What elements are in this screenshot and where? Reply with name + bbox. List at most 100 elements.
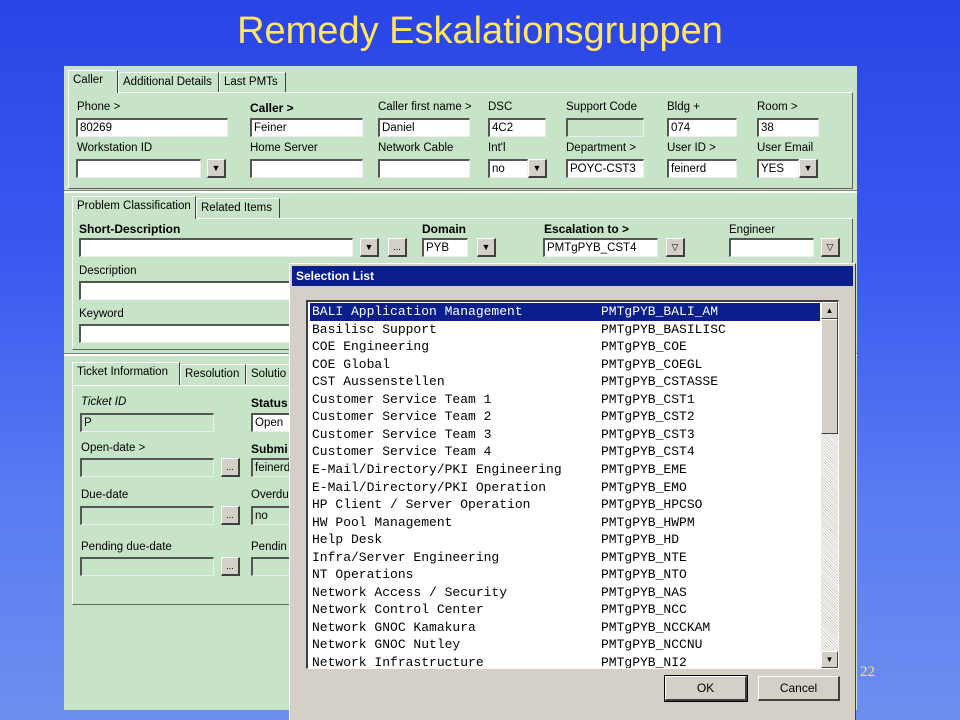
list-item[interactable]: Customer Service Team 3 PMTgPYB_CST3 xyxy=(310,426,820,444)
tab-resolution[interactable]: Resolution xyxy=(180,364,246,384)
department-label: Department > xyxy=(566,142,636,154)
list-item-group: PMTgPYB_CST1 xyxy=(601,391,695,407)
list-item-name: Network Access / Security xyxy=(312,584,508,600)
chevron-down-icon: ▼ xyxy=(532,163,542,173)
engineer-select-button[interactable]: ▽ xyxy=(821,238,840,257)
list-item-group: PMTgPYB_NI2 xyxy=(601,655,687,669)
support-code-label: Support Code xyxy=(566,101,637,113)
escalation-select-button[interactable]: ▽ xyxy=(666,238,685,257)
domain-field[interactable]: PYB xyxy=(422,238,468,257)
list-item[interactable]: Network Infrastructure PMTgPYB_NI2 xyxy=(310,654,820,669)
list-item[interactable]: Network GNOC Nutley PMTgPYB_NCCNU xyxy=(310,636,820,654)
open-date-picker-button[interactable]: ... xyxy=(221,458,240,477)
list-item-name: Network GNOC Nutley xyxy=(312,637,461,653)
pending-due-date-picker-button[interactable]: ... xyxy=(221,557,240,576)
short-description-more-button[interactable]: ... xyxy=(388,238,407,257)
due-date-field[interactable] xyxy=(80,506,214,525)
workstation-dropdown-button[interactable]: ▼ xyxy=(207,159,226,178)
chevron-down-icon: ▼ xyxy=(211,163,221,173)
list-item[interactable]: Customer Service Team 4 PMTgPYB_CST4 xyxy=(310,443,820,461)
list-item[interactable]: HP Client / Server Operation PMTgPYB_HPCS… xyxy=(310,496,820,514)
tab-problem-classification[interactable]: Problem Classification xyxy=(72,196,196,219)
ok-button[interactable]: OK xyxy=(664,675,748,702)
list-item[interactable]: Network Control Center PMTgPYB_NCC xyxy=(310,601,820,619)
ticket-id-field[interactable]: P xyxy=(80,413,214,432)
scroll-up-button[interactable]: ▲ xyxy=(821,302,838,319)
list-item[interactable]: Infra/Server Engineering PMTgPYB_NTE xyxy=(310,549,820,567)
tab-related-items[interactable]: Related Items xyxy=(196,198,280,218)
intl-field[interactable]: no xyxy=(488,159,528,178)
home-server-field[interactable] xyxy=(250,159,363,178)
tab-ticket-information[interactable]: Ticket Information xyxy=(72,362,180,385)
list-item[interactable]: Basilisc Support PMTgPYB_BASILISC xyxy=(310,321,820,339)
due-date-picker-button[interactable]: ... xyxy=(221,506,240,525)
dsc-field[interactable]: 4C2 xyxy=(488,118,546,137)
pending-due-date-field[interactable] xyxy=(80,557,214,576)
scroll-down-button[interactable]: ▼ xyxy=(821,651,838,668)
keyword-field[interactable] xyxy=(79,324,294,343)
list-item[interactable]: COE Engineering PMTgPYB_COE xyxy=(310,338,820,356)
user-email-field[interactable]: YES xyxy=(757,159,799,178)
due-date-label: Due-date xyxy=(81,489,129,501)
submitter-field[interactable]: feinerd xyxy=(251,458,291,477)
dialog-title-bar: Selection List xyxy=(292,266,853,286)
pending-field[interactable] xyxy=(251,557,291,576)
escalation-field[interactable]: PMTgPYB_CST4 xyxy=(543,238,658,257)
open-date-label: Open-date > xyxy=(81,442,146,454)
description-field[interactable] xyxy=(79,281,294,300)
caller-field[interactable]: Feiner xyxy=(250,118,363,137)
list-item[interactable]: BALI Application Management PMTgPYB_BALI_… xyxy=(310,303,820,321)
engineer-field[interactable] xyxy=(729,238,814,257)
list-item[interactable]: E-Mail/Directory/PKI Engineering PMTgPYB_… xyxy=(310,461,820,479)
list-item[interactable]: Help Desk PMTgPYB_HD xyxy=(310,531,820,549)
tab-caller[interactable]: Caller xyxy=(68,70,118,93)
list-item[interactable]: E-Mail/Directory/PKI Operation PMTgPYB_EM… xyxy=(310,479,820,497)
list-item-name: BALI Application Management xyxy=(312,304,523,319)
short-description-field[interactable] xyxy=(79,238,353,257)
phone-field[interactable]: 80269 xyxy=(76,118,228,137)
user-id-field[interactable]: feinerd xyxy=(667,159,737,178)
list-item[interactable]: COE Global PMTgPYB_COEGL xyxy=(310,356,820,374)
list-item-name: E-Mail/Directory/PKI Operation xyxy=(312,479,547,495)
network-cable-label: Network Cable xyxy=(378,142,454,154)
list-item[interactable]: Customer Service Team 2 PMTgPYB_CST2 xyxy=(310,408,820,426)
status-field[interactable]: Open xyxy=(251,413,291,432)
user-id-label: User ID > xyxy=(667,142,716,154)
list-item[interactable]: NT Operations PMTgPYB_NTO xyxy=(310,566,820,584)
list-item[interactable]: Customer Service Team 1 PMTgPYB_CST1 xyxy=(310,391,820,409)
overdue-field[interactable]: no xyxy=(251,506,291,525)
list-item[interactable]: Network Access / Security PMTgPYB_NAS xyxy=(310,584,820,602)
domain-dropdown-button[interactable]: ▼ xyxy=(477,238,496,257)
list-item[interactable]: HW Pool Management PMTgPYB_HWPM xyxy=(310,514,820,532)
tab-additional-details[interactable]: Additional Details xyxy=(118,72,219,92)
list-item-group: PMTgPYB_EME xyxy=(601,461,687,477)
department-field[interactable]: POYC-CST3 xyxy=(566,159,644,178)
tab-last-pmts[interactable]: Last PMTs xyxy=(219,72,286,92)
room-field[interactable]: 38 xyxy=(757,118,819,137)
user-email-label: User Email xyxy=(757,142,814,154)
list-item[interactable]: Network GNOC Kamakura PMTgPYB_NCCKAM xyxy=(310,619,820,637)
caller-label: Caller > xyxy=(250,101,294,115)
scroll-thumb[interactable] xyxy=(821,319,838,434)
list-item-group: PMTgPYB_COEGL xyxy=(601,356,703,372)
cancel-button[interactable]: Cancel xyxy=(758,676,840,701)
support-code-field[interactable] xyxy=(566,118,644,137)
open-date-field[interactable] xyxy=(80,458,214,477)
short-description-dropdown-button[interactable]: ▼ xyxy=(360,238,379,257)
keyword-label: Keyword xyxy=(79,308,124,320)
list-item-group: PMTgPYB_BALI_AM xyxy=(601,304,719,319)
user-email-dropdown-button[interactable]: ▼ xyxy=(799,159,818,178)
list-item[interactable]: CST Aussenstellen PMTgPYB_CSTASSE xyxy=(310,373,820,391)
workstation-field[interactable] xyxy=(76,159,201,178)
list-item-group: PMTgPYB_EMO xyxy=(601,479,687,495)
network-cable-field[interactable] xyxy=(378,159,470,178)
intl-dropdown-button[interactable]: ▼ xyxy=(528,159,547,178)
vertical-scrollbar[interactable]: ▲ ▼ xyxy=(821,302,838,668)
slide-title: Remedy Eskalationsgruppen xyxy=(237,10,723,52)
bldg-field[interactable]: 074 xyxy=(667,118,737,137)
selection-listbox[interactable]: BALI Application Management PMTgPYB_BALI_… xyxy=(306,300,839,669)
section-divider xyxy=(64,190,857,193)
list-item-name: NT Operations xyxy=(312,567,414,583)
pending-due-date-label: Pending due-date xyxy=(81,541,172,553)
first-name-field[interactable]: Daniel xyxy=(378,118,470,137)
